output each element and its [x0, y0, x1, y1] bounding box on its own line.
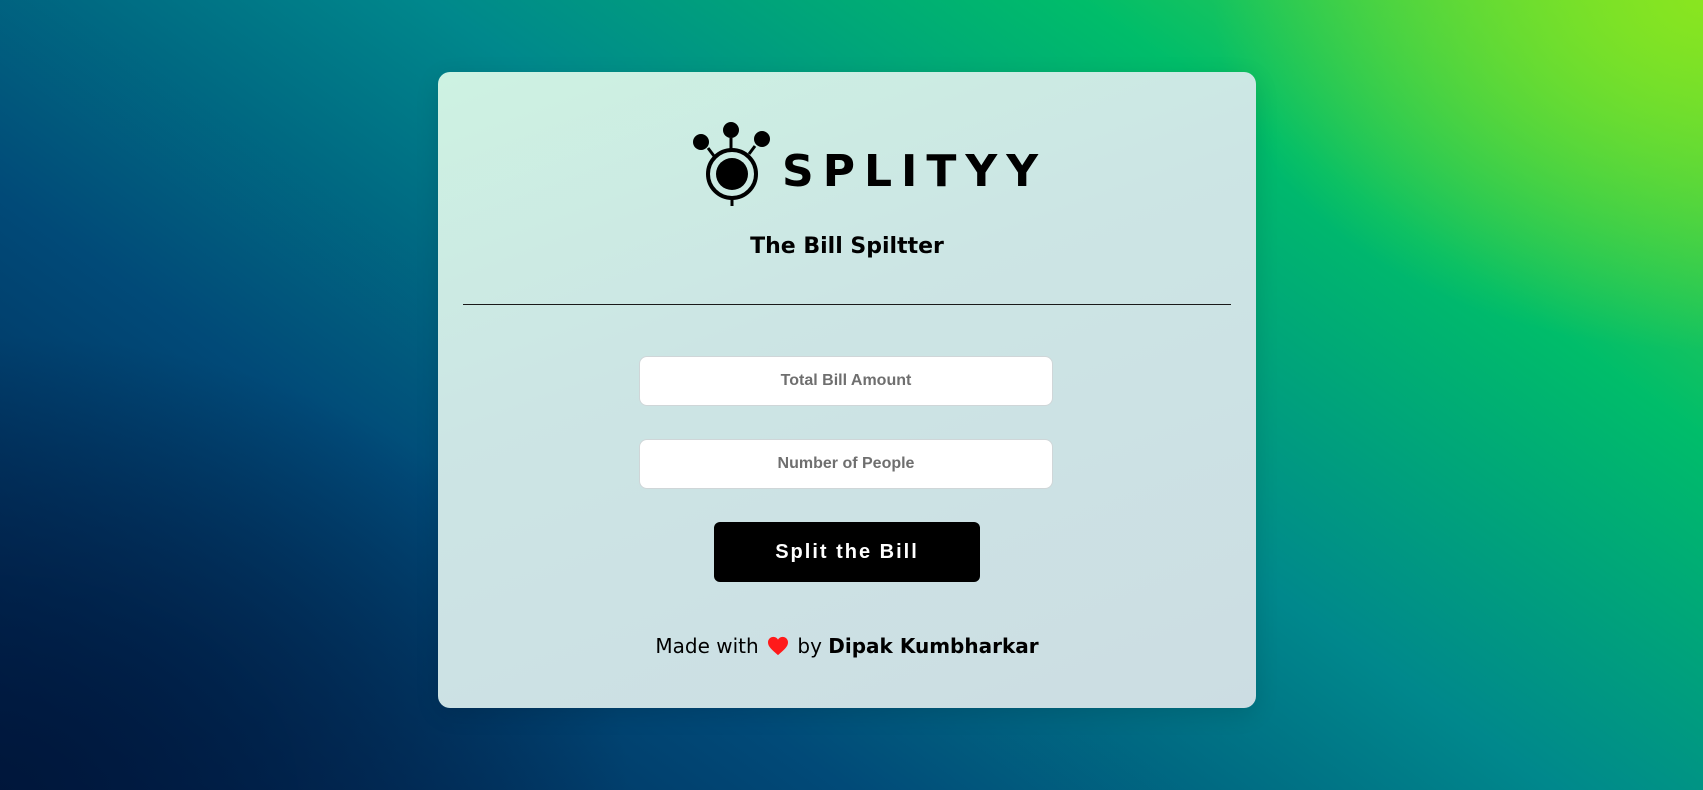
brand-logo: SPLITYY: [692, 120, 1047, 210]
footer-credit: Made with by Dipak Kumbharkar: [438, 634, 1256, 658]
footer-author: Dipak Kumbharkar: [828, 634, 1039, 658]
bill-splitter-card: SPLITYY The Bill Spiltter Split the Bill…: [438, 72, 1256, 708]
total-bill-amount-input[interactable]: [639, 356, 1053, 406]
split-logo-icon: [693, 122, 770, 206]
heart-icon: [768, 636, 789, 656]
footer-prefix: Made with: [655, 634, 759, 658]
split-the-bill-button[interactable]: Split the Bill: [714, 522, 980, 582]
number-of-people-input[interactable]: [639, 439, 1053, 489]
footer-by: by: [797, 634, 822, 658]
brand-wordmark: SPLITYY: [782, 146, 1048, 197]
page-subtitle: The Bill Spiltter: [750, 234, 944, 259]
divider: [463, 304, 1231, 305]
